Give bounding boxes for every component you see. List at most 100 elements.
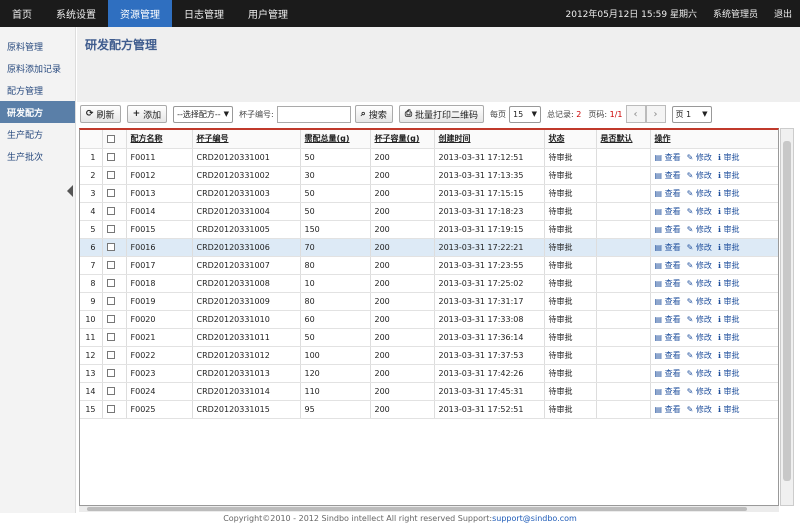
column-header-name[interactable]: 配方名称 xyxy=(126,130,193,149)
vertical-scroll-thumb[interactable] xyxy=(783,141,791,481)
table-row[interactable]: 5 F0015 CRD20120331005 150 200 2013-03-31 17:… xyxy=(80,220,778,239)
sidebar-item-production-batch[interactable]: 生产批次 xyxy=(0,145,75,167)
formula-select[interactable]: --选择配方-- ▼ xyxy=(173,105,234,123)
row-checkbox[interactable] xyxy=(106,189,115,197)
edit-link[interactable]: ✎ 修改 xyxy=(687,315,712,324)
edit-link[interactable]: ✎ 修改 xyxy=(687,351,712,360)
per-page-select[interactable]: 15 ▼ xyxy=(509,105,542,123)
view-link[interactable]: ▤ 查看 xyxy=(655,369,681,378)
view-link[interactable]: ▤ 查看 xyxy=(655,261,681,270)
edit-link[interactable]: ✎ 修改 xyxy=(687,405,712,414)
nav-item-home[interactable]: 首页 xyxy=(0,0,44,27)
approve-link[interactable]: ℹ 审批 xyxy=(718,261,740,270)
select-all-checkbox[interactable] xyxy=(106,134,115,143)
table-row[interactable]: 2 F0012 CRD20120331002 30 200 2013-03-31 17:1… xyxy=(80,166,778,185)
table-row[interactable]: 12 F0022 CRD20120331012 100 200 2013-03-31 17… xyxy=(80,346,778,365)
horizontal-scrollbar[interactable] xyxy=(79,506,779,512)
approve-link[interactable]: ℹ 审批 xyxy=(718,351,740,360)
print-qr-button[interactable]: ⎙ 批量打印二维码 xyxy=(398,105,485,123)
edit-link[interactable]: ✎ 修改 xyxy=(687,369,712,378)
edit-link[interactable]: ✎ 修改 xyxy=(687,207,712,216)
approve-link[interactable]: ℹ 审批 xyxy=(718,189,740,198)
view-link[interactable]: ▤ 查看 xyxy=(655,225,681,234)
approve-link[interactable]: ℹ 审批 xyxy=(718,315,740,324)
approve-link[interactable]: ℹ 审批 xyxy=(718,171,740,180)
edit-link[interactable]: ✎ 修改 xyxy=(687,189,712,198)
search-button[interactable]: ⌕ 搜索 xyxy=(354,105,393,123)
row-checkbox[interactable] xyxy=(106,351,115,359)
sidebar-item-rd-formula[interactable]: 研发配方 xyxy=(0,101,75,123)
row-checkbox[interactable] xyxy=(106,333,115,341)
view-link[interactable]: ▤ 查看 xyxy=(655,351,681,360)
edit-link[interactable]: ✎ 修改 xyxy=(687,387,712,396)
approve-link[interactable]: ℹ 审批 xyxy=(718,387,740,396)
nav-item-resource-management[interactable]: 资源管理 xyxy=(108,0,172,27)
approve-link[interactable]: ℹ 审批 xyxy=(718,297,740,306)
nav-item-system-settings[interactable]: 系统设置 xyxy=(44,0,108,27)
table-row[interactable]: 1 F0011 CRD20120331001 50 200 2013-03-31 17:1… xyxy=(80,148,778,167)
approve-link[interactable]: ℹ 审批 xyxy=(718,225,740,234)
row-checkbox[interactable] xyxy=(106,243,115,251)
approve-link[interactable]: ℹ 审批 xyxy=(718,153,740,162)
current-user[interactable]: 系统管理员 xyxy=(713,7,758,20)
next-page-button[interactable]: › xyxy=(645,105,666,123)
view-link[interactable]: ▤ 查看 xyxy=(655,207,681,216)
view-link[interactable]: ▤ 查看 xyxy=(655,315,681,324)
view-link[interactable]: ▤ 查看 xyxy=(655,171,681,180)
sidebar-item-production-formula[interactable]: 生产配方 xyxy=(0,123,75,145)
prev-page-button[interactable]: ‹ xyxy=(625,105,646,123)
table-row[interactable]: 14 F0024 CRD20120331014 110 200 2013-03-31 17… xyxy=(80,382,778,401)
row-checkbox[interactable] xyxy=(106,225,115,233)
table-row[interactable]: 15 F0025 CRD20120331015 95 200 2013-03-31 17:… xyxy=(80,400,778,419)
view-link[interactable]: ▤ 查看 xyxy=(655,387,681,396)
edit-link[interactable]: ✎ 修改 xyxy=(687,153,712,162)
row-checkbox[interactable] xyxy=(106,315,115,323)
cup-number-input[interactable] xyxy=(276,105,351,123)
approve-link[interactable]: ℹ 审批 xyxy=(718,369,740,378)
row-checkbox[interactable] xyxy=(106,297,115,305)
approve-link[interactable]: ℹ 审批 xyxy=(718,333,740,342)
table-row[interactable]: 6 F0016 CRD20120331006 70 200 2013-03-31 17:2… xyxy=(80,238,778,257)
row-checkbox[interactable] xyxy=(106,153,115,161)
view-link[interactable]: ▤ 查看 xyxy=(655,189,681,198)
page-select[interactable]: 页 1 ▼ xyxy=(671,105,712,123)
row-checkbox[interactable] xyxy=(106,369,115,377)
edit-link[interactable]: ✎ 修改 xyxy=(687,243,712,252)
approve-link[interactable]: ℹ 审批 xyxy=(718,243,740,252)
approve-link[interactable]: ℹ 审批 xyxy=(718,405,740,414)
column-header-time[interactable]: 创建时间 xyxy=(434,130,545,149)
approve-link[interactable]: ℹ 审批 xyxy=(718,207,740,216)
table-row[interactable]: 4 F0014 CRD20120331004 50 200 2013-03-31 17:1… xyxy=(80,202,778,221)
view-link[interactable]: ▤ 查看 xyxy=(655,279,681,288)
view-link[interactable]: ▤ 查看 xyxy=(655,297,681,306)
nav-item-log-management[interactable]: 日志管理 xyxy=(172,0,236,27)
table-row[interactable]: 8 F0018 CRD20120331008 10 200 2013-03-31 17:2… xyxy=(80,274,778,293)
table-row[interactable]: 13 F0023 CRD20120331013 120 200 2013-03-31 17… xyxy=(80,364,778,383)
collapse-arrow-icon[interactable] xyxy=(67,185,73,197)
row-checkbox[interactable] xyxy=(106,279,115,287)
edit-link[interactable]: ✎ 修改 xyxy=(687,225,712,234)
table-row[interactable]: 11 F0021 CRD20120331011 50 200 2013-03-31 17:… xyxy=(80,328,778,347)
horizontal-scroll-thumb[interactable] xyxy=(87,507,747,511)
column-header-default[interactable]: 是否默认 xyxy=(596,130,651,149)
column-header-capacity[interactable]: 杯子容量(g) xyxy=(370,130,435,149)
edit-link[interactable]: ✎ 修改 xyxy=(687,171,712,180)
support-email-link[interactable]: support@sindbo.com xyxy=(492,514,577,523)
edit-link[interactable]: ✎ 修改 xyxy=(687,297,712,306)
edit-link[interactable]: ✎ 修改 xyxy=(687,333,712,342)
column-header-cup[interactable]: 杯子编号 xyxy=(192,130,301,149)
row-checkbox[interactable] xyxy=(106,171,115,179)
edit-link[interactable]: ✎ 修改 xyxy=(687,261,712,270)
view-link[interactable]: ▤ 查看 xyxy=(655,333,681,342)
row-checkbox[interactable] xyxy=(106,261,115,269)
edit-link[interactable]: ✎ 修改 xyxy=(687,279,712,288)
approve-link[interactable]: ℹ 审批 xyxy=(718,279,740,288)
sidebar-item-material-records[interactable]: 原料添加记录 xyxy=(0,57,75,79)
column-header-total[interactable]: 需配总量(g) xyxy=(300,130,371,149)
logout-link[interactable]: 退出 xyxy=(774,7,792,20)
sidebar-item-materials[interactable]: 原料管理 xyxy=(0,35,75,57)
table-row[interactable]: 10 F0020 CRD20120331010 60 200 2013-03-31 17:… xyxy=(80,310,778,329)
view-link[interactable]: ▤ 查看 xyxy=(655,243,681,252)
row-checkbox[interactable] xyxy=(106,207,115,215)
vertical-scrollbar[interactable] xyxy=(780,128,794,506)
